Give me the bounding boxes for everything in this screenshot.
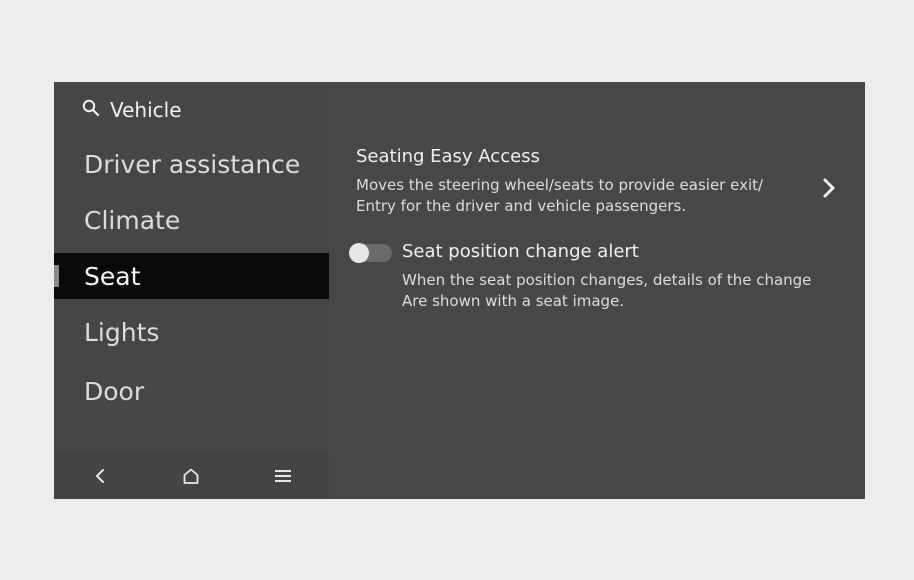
sidebar-item-label: Climate	[84, 205, 181, 235]
bottom-nav-bar	[54, 452, 329, 499]
sidebar-item-label: Door	[84, 376, 145, 406]
home-icon	[184, 468, 199, 484]
home-button[interactable]	[171, 458, 211, 494]
seat-alert-description: When the seat position changes, details …	[402, 270, 811, 312]
easy-access-desc-line2: Entry for the driver and vehicle passeng…	[356, 197, 687, 215]
sidebar-item-label: Lights	[84, 317, 160, 347]
easy-access-title: Seating Easy Access	[356, 146, 540, 167]
sidebar-item-label: Driver assistance	[84, 149, 301, 179]
search-button[interactable]: Vehicle	[82, 96, 182, 124]
back-icon	[95, 468, 104, 483]
search-icon	[82, 99, 100, 121]
easy-access-description: Moves the steering wheel/seats to provid…	[356, 175, 763, 217]
sidebar-item-lights[interactable]: Lights	[54, 309, 329, 355]
seat-alert-toggle[interactable]	[349, 243, 392, 263]
back-button[interactable]	[80, 458, 120, 494]
search-label: Vehicle	[110, 98, 182, 122]
sidebar-item-label: Seat	[84, 261, 141, 291]
menu-icon	[275, 469, 292, 482]
sidebar-item-door[interactable]: Door	[54, 368, 329, 414]
seat-alert-desc-line1: When the seat position changes, details …	[402, 271, 812, 289]
sidebar: Vehicle Driver assistance Climate Seat L…	[54, 82, 329, 499]
seat-alert-title: Seat position change alert	[402, 241, 639, 262]
sidebar-item-seat[interactable]: Seat	[54, 253, 329, 299]
chevron-right-icon[interactable]	[820, 176, 838, 200]
menu-button[interactable]	[263, 458, 303, 494]
sidebar-item-climate[interactable]: Climate	[54, 197, 329, 243]
selection-marker	[54, 265, 59, 287]
sidebar-item-driver-assistance[interactable]: Driver assistance	[54, 141, 329, 187]
toggle-knob	[349, 243, 369, 263]
seat-alert-desc-line2: Are shown with a seat image.	[402, 292, 625, 310]
vehicle-settings-screen: Vehicle Driver assistance Climate Seat L…	[54, 82, 865, 499]
easy-access-desc-line1: Moves the steering wheel/seats to provid…	[356, 176, 764, 194]
settings-content: Seating Easy Access Moves the steering w…	[330, 82, 865, 499]
